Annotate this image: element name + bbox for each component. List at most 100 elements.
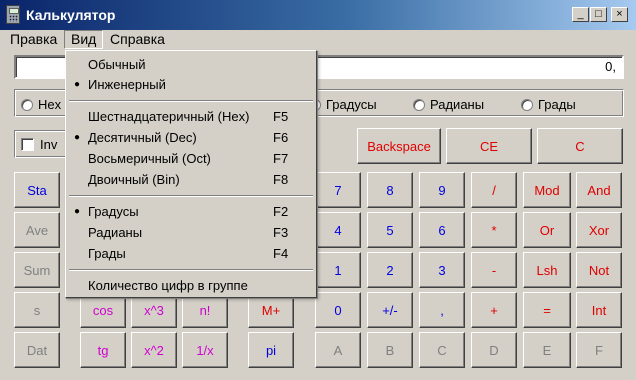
tg-button[interactable]: tg xyxy=(80,332,126,368)
menu-separator xyxy=(69,100,313,102)
menu-item-hex-label: Шестнадцатеричный (Hex) xyxy=(88,109,250,124)
menu-item-hex[interactable]: Шестнадцатеричный (Hex) F5 xyxy=(66,107,316,127)
menu-item-digit-grouping[interactable]: Количество цифр в группе xyxy=(66,276,316,296)
not-button[interactable]: Not xyxy=(576,252,622,288)
hex-e-button[interactable]: E xyxy=(523,332,571,368)
multiply-button[interactable]: * xyxy=(471,212,517,248)
digit-6-button[interactable]: 6 xyxy=(419,212,465,248)
and-button[interactable]: And xyxy=(576,172,622,208)
menu-item-oct-label: Восьмеричный (Oct) xyxy=(88,151,211,166)
radio-bullet-icon: ● xyxy=(74,132,81,143)
add-button[interactable]: + xyxy=(471,292,517,328)
menu-item-radians-shortcut: F3 xyxy=(273,225,289,240)
xor-button[interactable]: Xor xyxy=(576,212,622,248)
radio-radians-indicator xyxy=(413,99,425,111)
view-menu-dropdown: Обычный ● Инженерный Шестнадцатеричный (… xyxy=(65,50,317,298)
radio-grads-label: Грады xyxy=(538,97,576,112)
reciprocal-button[interactable]: 1/x xyxy=(182,332,228,368)
or-button[interactable]: Or xyxy=(523,212,571,248)
radio-hex-indicator xyxy=(21,99,33,111)
sign-button[interactable]: +/- xyxy=(367,292,413,328)
digit-5-button[interactable]: 5 xyxy=(367,212,413,248)
inv-checkbox[interactable] xyxy=(21,138,34,151)
c-button[interactable]: C xyxy=(537,128,623,164)
square-button[interactable]: x^2 xyxy=(131,332,177,368)
menu-item-dec-shortcut: F6 xyxy=(273,130,289,145)
menu-item-degrees-shortcut: F2 xyxy=(273,204,289,219)
maximize-icon: □ xyxy=(595,8,602,20)
mod-button[interactable]: Mod xyxy=(523,172,571,208)
radio-bullet-icon: ● xyxy=(74,206,81,217)
menu-item-oct[interactable]: Восьмеричный (Oct) F7 xyxy=(66,149,316,169)
ce-button[interactable]: CE xyxy=(446,128,532,164)
title-bar: Калькулятор _ □ × xyxy=(0,0,636,30)
dat-button[interactable]: Dat xyxy=(14,332,60,368)
menu-item-dec-label: Десятичный (Dec) xyxy=(88,130,197,145)
radio-degrees-label: Градусы xyxy=(326,97,377,112)
minimize-button[interactable]: _ xyxy=(572,7,589,22)
radio-grads[interactable]: Грады xyxy=(521,97,576,113)
lsh-button[interactable]: Lsh xyxy=(523,252,571,288)
minimize-icon: _ xyxy=(577,8,584,20)
digit-7-button[interactable]: 7 xyxy=(315,172,361,208)
menu-item-scientific[interactable]: ● Инженерный xyxy=(66,75,316,95)
hex-b-button[interactable]: B xyxy=(367,332,413,368)
digit-2-button[interactable]: 2 xyxy=(367,252,413,288)
equals-button[interactable]: = xyxy=(523,292,571,328)
subtract-button[interactable]: - xyxy=(471,252,517,288)
digit-1-button[interactable]: 1 xyxy=(315,252,361,288)
hex-f-button[interactable]: F xyxy=(576,332,622,368)
sta-button[interactable]: Sta xyxy=(14,172,60,208)
sum-button[interactable]: Sum xyxy=(14,252,60,288)
menu-view[interactable]: Вид xyxy=(64,30,104,49)
menu-edit[interactable]: Правка xyxy=(4,30,63,49)
menu-item-standard[interactable]: Обычный xyxy=(66,55,316,75)
window-title: Калькулятор xyxy=(26,7,116,23)
digit-0-button[interactable]: 0 xyxy=(315,292,361,328)
angle-units-group: Градусы Радианы Грады xyxy=(304,89,624,117)
ave-button[interactable]: Ave xyxy=(14,212,60,248)
radio-hex[interactable]: Hex xyxy=(21,97,61,113)
digit-8-button[interactable]: 8 xyxy=(367,172,413,208)
menu-item-grads-shortcut: F4 xyxy=(273,246,289,261)
divide-button[interactable]: / xyxy=(471,172,517,208)
inv-label: Inv xyxy=(40,137,58,152)
menu-item-bin[interactable]: Двоичный (Bin) F8 xyxy=(66,170,316,190)
menu-item-grads-label: Грады xyxy=(88,246,126,261)
pi-button[interactable]: pi xyxy=(248,332,294,368)
s-button[interactable]: s xyxy=(14,292,60,328)
menu-item-radians[interactable]: Радианы F3 xyxy=(66,223,316,243)
calculator-icon xyxy=(6,5,20,24)
digit-3-button[interactable]: 3 xyxy=(419,252,465,288)
hex-c-button[interactable]: C xyxy=(419,332,465,368)
menu-item-grads[interactable]: Грады F4 xyxy=(66,244,316,264)
digit-4-button[interactable]: 4 xyxy=(315,212,361,248)
close-icon: × xyxy=(616,8,623,20)
menu-item-bin-shortcut: F8 xyxy=(273,172,289,187)
menu-separator xyxy=(69,269,313,271)
menu-item-standard-label: Обычный xyxy=(88,57,146,72)
menu-item-bin-label: Двоичный (Bin) xyxy=(88,172,180,187)
backspace-button[interactable]: Backspace xyxy=(357,128,441,164)
close-button[interactable]: × xyxy=(611,7,628,22)
maximize-button[interactable]: □ xyxy=(590,7,607,22)
menu-item-radians-label: Радианы xyxy=(88,225,143,240)
radio-degrees[interactable]: Градусы xyxy=(309,97,377,113)
digit-9-button[interactable]: 9 xyxy=(419,172,465,208)
radio-radians[interactable]: Радианы xyxy=(413,97,484,113)
decimal-button[interactable]: , xyxy=(419,292,465,328)
menu-item-degrees-label: Градусы xyxy=(88,204,139,219)
radio-grads-indicator xyxy=(521,99,533,111)
menu-item-dec[interactable]: ● Десятичный (Dec) F6 xyxy=(66,128,316,148)
menu-item-scientific-label: Инженерный xyxy=(88,77,166,92)
menu-item-digit-grouping-label: Количество цифр в группе xyxy=(88,278,248,293)
menu-help[interactable]: Справка xyxy=(104,30,171,49)
radio-bullet-icon: ● xyxy=(74,79,81,90)
menu-bar: Правка Вид Справка xyxy=(0,30,636,50)
radio-radians-label: Радианы xyxy=(430,97,485,112)
int-button[interactable]: Int xyxy=(576,292,622,328)
menu-item-oct-shortcut: F7 xyxy=(273,151,289,166)
hex-a-button[interactable]: A xyxy=(315,332,361,368)
menu-item-degrees[interactable]: ● Градусы F2 xyxy=(66,202,316,222)
hex-d-button[interactable]: D xyxy=(471,332,517,368)
